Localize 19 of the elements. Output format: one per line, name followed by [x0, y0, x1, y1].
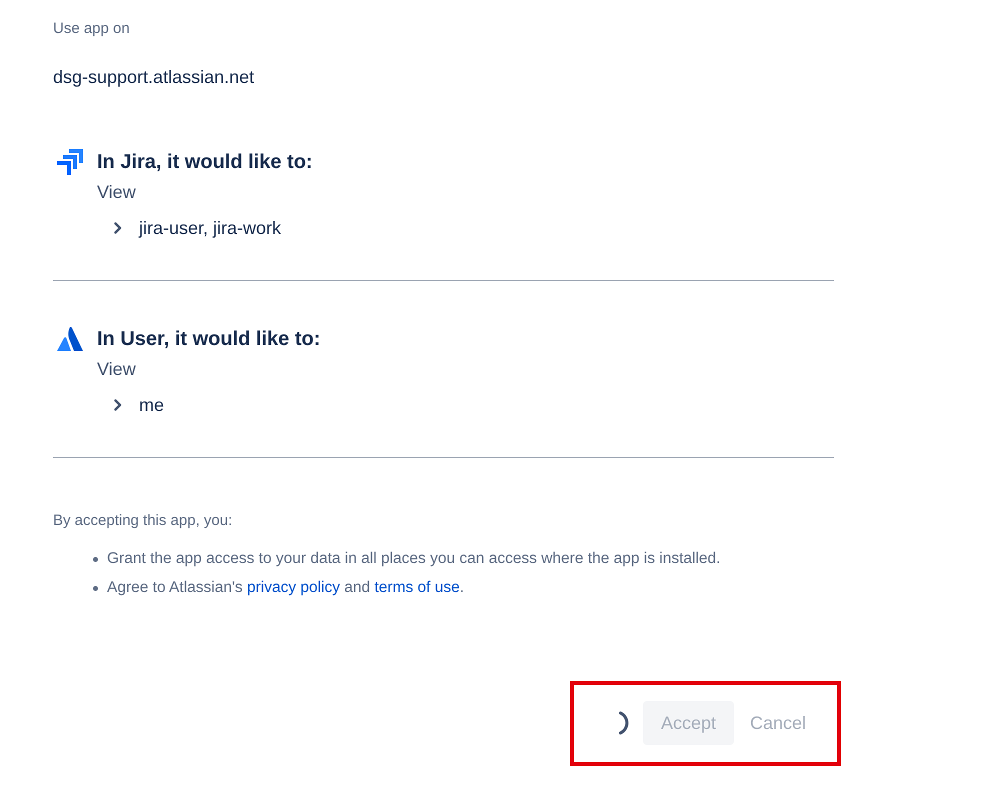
bullet-icon — [93, 556, 98, 562]
consent-point-text: Agree to Atlassian's privacy policy and terms of use. — [107, 578, 464, 598]
consent-point-text: Grant the app access to your data in all places you can access where the app is installed. — [107, 549, 720, 569]
permission-action: View — [97, 358, 137, 381]
mountain-peaks-icon — [57, 327, 83, 351]
text-link[interactable]: terms of use — [374, 579, 460, 596]
chevron-icon[interactable] — [114, 399, 122, 411]
scope-item[interactable]: me — [139, 393, 164, 417]
chevron-icon[interactable] — [114, 222, 122, 234]
consent-intro: By accepting this app, you: — [53, 511, 234, 531]
text-link[interactable]: privacy policy — [246, 579, 340, 596]
stacked-arrows-icon — [57, 149, 83, 175]
scope-item[interactable]: jira-user, jira-work — [139, 216, 282, 240]
permission-heading: In User, it would like to: — [97, 327, 320, 352]
bullet-icon — [93, 586, 98, 590]
use-app-on-label: Use app on — [53, 19, 131, 39]
permission-action: View — [97, 181, 137, 204]
site-address: dsg-support.atlassian.net — [53, 66, 256, 89]
permission-heading: In Jira, it would like to: — [97, 150, 313, 175]
